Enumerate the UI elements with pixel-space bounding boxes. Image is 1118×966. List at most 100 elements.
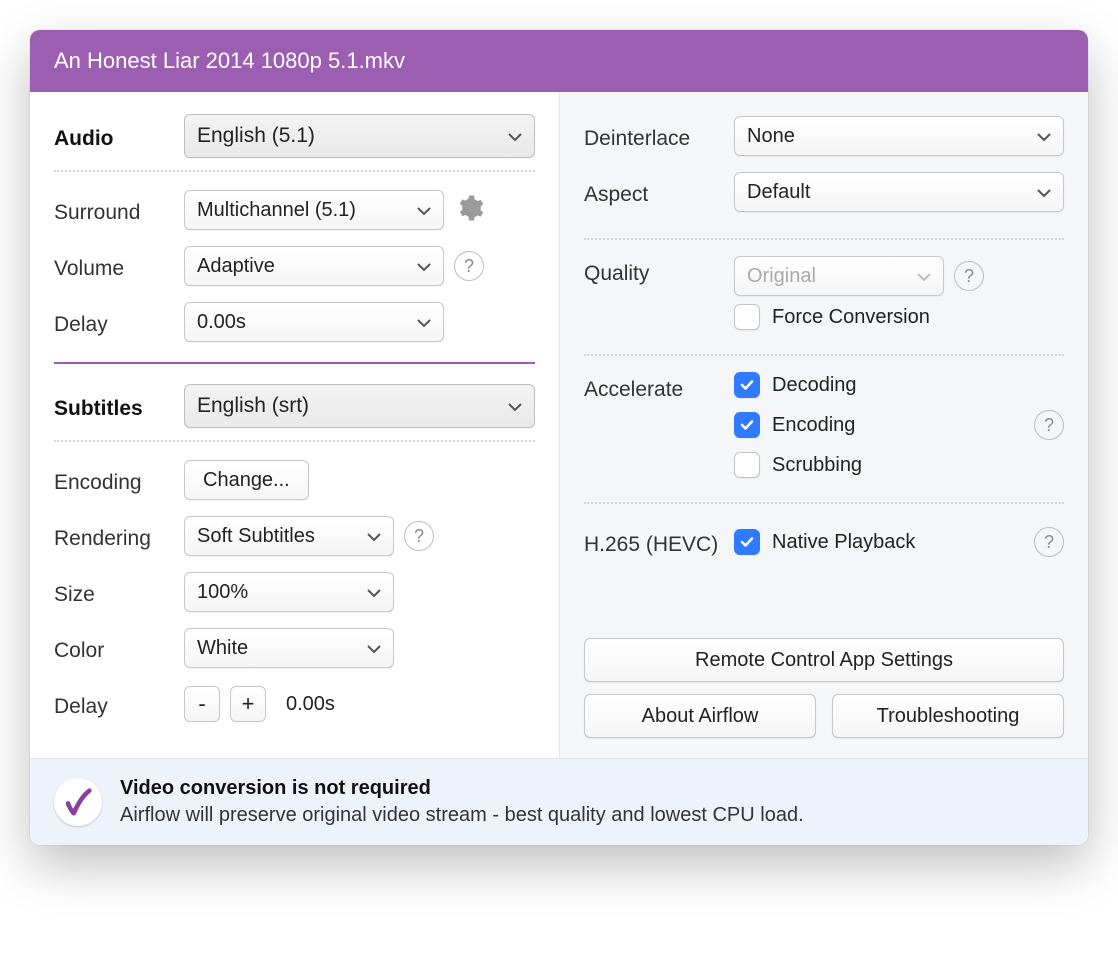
subtitles-track-value: English (srt) xyxy=(197,394,309,418)
separator xyxy=(584,354,1064,356)
chevron-down-icon xyxy=(508,394,522,418)
surround-select[interactable]: Multichannel (5.1) xyxy=(184,190,444,230)
audio-track-value: English (5.1) xyxy=(197,124,315,148)
native-playback-checkbox[interactable] xyxy=(734,529,760,555)
scrubbing-label: Scrubbing xyxy=(772,454,862,477)
chevron-down-icon xyxy=(1037,181,1051,204)
footer-body: Airflow will preserve original video str… xyxy=(120,804,804,827)
chevron-down-icon xyxy=(417,255,431,278)
quality-value: Original xyxy=(747,265,816,288)
deinterlace-row: Deinterlace None xyxy=(584,114,1064,158)
encoding-label: Encoding xyxy=(772,414,855,437)
audio-track-select[interactable]: English (5.1) xyxy=(184,114,535,158)
volume-select[interactable]: Adaptive xyxy=(184,246,444,286)
encoding-checkbox[interactable] xyxy=(734,412,760,438)
subtitles-track-select[interactable]: English (srt) xyxy=(184,384,535,428)
color-label: Color xyxy=(54,633,184,663)
force-conversion-row: Force Conversion xyxy=(734,304,1064,330)
quality-label: Quality xyxy=(584,256,734,286)
encoding-change-button[interactable]: Change... xyxy=(184,460,309,500)
right-column: Deinterlace None Aspect Default xyxy=(559,92,1088,758)
chevron-down-icon xyxy=(417,199,431,222)
audio-delay-row: Delay 0.00s xyxy=(54,300,535,344)
subtitle-delay-row: Delay - + 0.00s xyxy=(54,682,535,726)
aspect-value: Default xyxy=(747,181,810,204)
surround-settings-button[interactable] xyxy=(454,193,484,228)
rendering-select[interactable]: Soft Subtitles xyxy=(184,516,394,556)
encoding-row: Encoding Change... xyxy=(54,458,535,502)
subtitle-delay-label: Delay xyxy=(54,689,184,719)
volume-label: Volume xyxy=(54,251,184,281)
size-value: 100% xyxy=(197,581,248,604)
size-label: Size xyxy=(54,577,184,607)
rendering-value: Soft Subtitles xyxy=(197,525,315,548)
quality-help-button[interactable]: ? xyxy=(954,261,984,291)
window-title: An Honest Liar 2014 1080p 5.1.mkv xyxy=(30,30,1088,92)
aspect-select[interactable]: Default xyxy=(734,172,1064,212)
hevc-row: H.265 (HEVC) Native Playback ? xyxy=(584,520,1064,564)
footer-banner: Video conversion is not required Airflow… xyxy=(30,758,1088,845)
chevron-down-icon xyxy=(1037,125,1051,148)
remote-control-button[interactable]: Remote Control App Settings xyxy=(584,638,1064,682)
audio-row: Audio English (5.1) xyxy=(54,114,535,158)
hevc-label: H.265 (HEVC) xyxy=(584,527,734,557)
footer-heading: Video conversion is not required xyxy=(120,777,431,799)
color-select[interactable]: White xyxy=(184,628,394,668)
chevron-down-icon xyxy=(367,637,381,660)
audio-delay-select[interactable]: 0.00s xyxy=(184,302,444,342)
subtitle-delay-value: 0.00s xyxy=(286,693,335,716)
audio-delay-value: 0.00s xyxy=(197,311,246,334)
subtitles-section-label: Subtitles xyxy=(54,391,184,421)
about-button[interactable]: About Airflow xyxy=(584,694,816,738)
troubleshooting-button[interactable]: Troubleshooting xyxy=(832,694,1064,738)
left-column: Audio English (5.1) Surround Multichanne… xyxy=(30,92,559,758)
volume-value: Adaptive xyxy=(197,255,275,278)
bottom-buttons: Remote Control App Settings About Airflo… xyxy=(584,618,1064,738)
decoding-checkbox[interactable] xyxy=(734,372,760,398)
accelerate-help-button[interactable]: ? xyxy=(1034,410,1064,440)
surround-value: Multichannel (5.1) xyxy=(197,199,356,222)
quality-select[interactable]: Original xyxy=(734,256,944,296)
chevron-down-icon xyxy=(508,124,522,148)
chevron-down-icon xyxy=(367,525,381,548)
accelerate-label: Accelerate xyxy=(584,372,734,402)
volume-row: Volume Adaptive ? xyxy=(54,244,535,288)
accelerate-row: Accelerate Decoding Encoding ? xyxy=(584,372,1064,478)
volume-help-button[interactable]: ? xyxy=(454,251,484,281)
rendering-help-button[interactable]: ? xyxy=(404,521,434,551)
scrubbing-checkbox[interactable] xyxy=(734,452,760,478)
rendering-label: Rendering xyxy=(54,521,184,551)
checkmark-icon xyxy=(54,778,102,826)
audio-section-label: Audio xyxy=(54,121,184,151)
surround-label: Surround xyxy=(54,195,184,225)
separator xyxy=(54,170,535,172)
chevron-down-icon xyxy=(917,265,931,288)
subtitles-row: Subtitles English (srt) xyxy=(54,384,535,428)
audio-subtitles-separator xyxy=(54,362,535,364)
color-row: Color White xyxy=(54,626,535,670)
content: Audio English (5.1) Surround Multichanne… xyxy=(30,92,1088,758)
deinterlace-select[interactable]: None xyxy=(734,116,1064,156)
color-value: White xyxy=(197,637,248,660)
quality-row: Quality Original ? Force Conversion xyxy=(584,256,1064,330)
force-conversion-checkbox[interactable] xyxy=(734,304,760,330)
aspect-row: Aspect Default xyxy=(584,170,1064,214)
native-playback-label: Native Playback xyxy=(772,531,915,554)
chevron-down-icon xyxy=(367,581,381,604)
force-conversion-label: Force Conversion xyxy=(772,306,930,329)
hevc-help-button[interactable]: ? xyxy=(1034,527,1064,557)
deinterlace-value: None xyxy=(747,125,795,148)
separator xyxy=(584,502,1064,504)
audio-delay-label: Delay xyxy=(54,307,184,337)
separator xyxy=(54,440,535,442)
delay-increase-button[interactable]: + xyxy=(230,686,266,722)
footer-text: Video conversion is not required Airflow… xyxy=(120,777,804,827)
rendering-row: Rendering Soft Subtitles ? xyxy=(54,514,535,558)
deinterlace-label: Deinterlace xyxy=(584,121,734,151)
delay-decrease-button[interactable]: - xyxy=(184,686,220,722)
size-row: Size 100% xyxy=(54,570,535,614)
size-select[interactable]: 100% xyxy=(184,572,394,612)
surround-row: Surround Multichannel (5.1) xyxy=(54,188,535,232)
chevron-down-icon xyxy=(417,311,431,334)
aspect-label: Aspect xyxy=(584,177,734,207)
